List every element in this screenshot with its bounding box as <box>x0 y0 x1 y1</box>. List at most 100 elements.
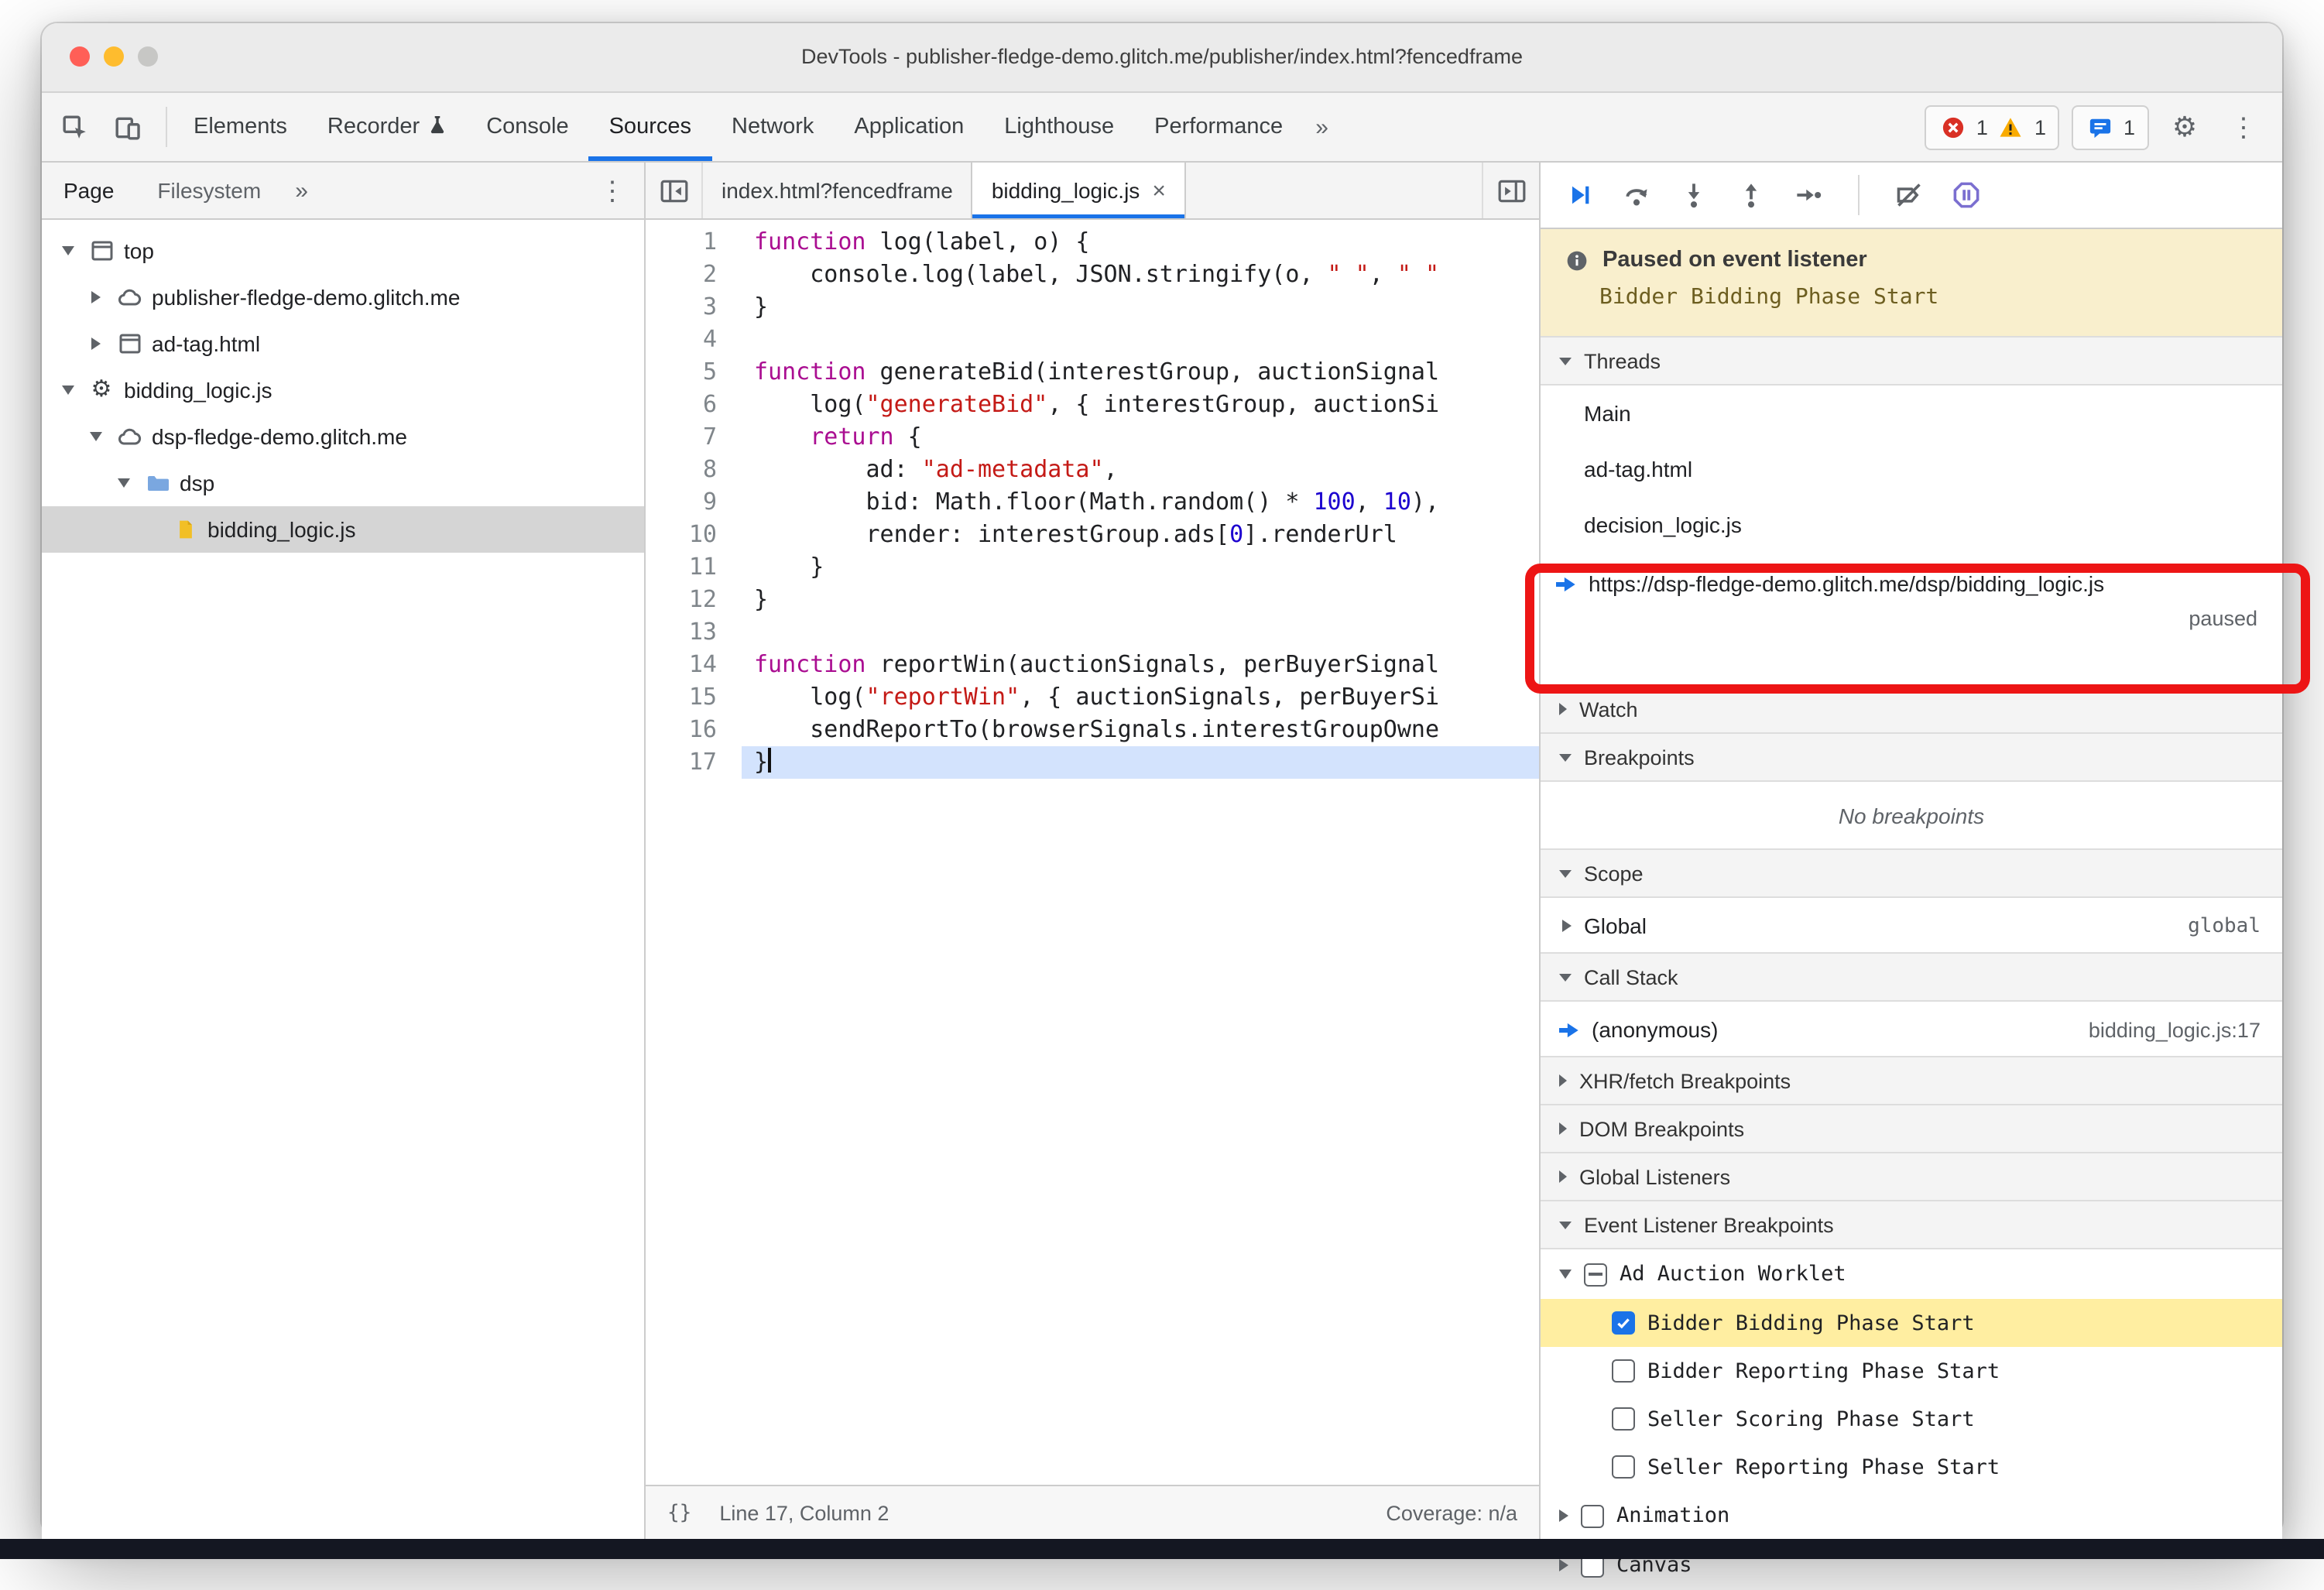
elb-category-animation[interactable]: Animation <box>1541 1491 2282 1540</box>
tree-item-dsp-fledge-demo-glitch-me[interactable]: dsp-fledge-demo.glitch.me <box>42 413 644 460</box>
code-line[interactable]: 17} <box>646 746 1539 779</box>
thread-item-decision-logic-js[interactable]: decision_logic.js <box>1541 497 2282 553</box>
call-stack-frame[interactable]: (anonymous) bidding_logic.js:17 <box>1541 1002 2282 1057</box>
issues-button[interactable]: 1 <box>2072 105 2149 149</box>
tree-item-publisher-fledge-demo-glitch-me[interactable]: publisher-fledge-demo.glitch.me <box>42 274 644 320</box>
frame-location[interactable]: bidding_logic.js:17 <box>2089 1018 2282 1041</box>
line-number[interactable]: 6 <box>646 389 742 421</box>
line-number[interactable]: 2 <box>646 259 742 291</box>
line-number[interactable]: 16 <box>646 714 742 746</box>
elb-item-seller-scoring-phase-start[interactable]: Seller Scoring Phase Start <box>1541 1395 2282 1443</box>
watch-section-header[interactable]: Watch <box>1541 684 2282 734</box>
code-text[interactable]: } <box>742 291 1539 324</box>
code-line[interactable]: 5 function generateBid(interestGroup, auc… <box>646 356 1539 389</box>
tree-item-bidding-logic-js[interactable]: bidding_logic.js <box>42 506 644 553</box>
code-line[interactable]: 7 return { <box>646 421 1539 454</box>
panel-tab-application[interactable]: Application <box>834 93 984 161</box>
line-number[interactable]: 10 <box>646 519 742 551</box>
toggle-navigator-button[interactable] <box>646 163 703 218</box>
line-number[interactable]: 7 <box>646 421 742 454</box>
line-number[interactable]: 11 <box>646 551 742 584</box>
editor-pane-button[interactable] <box>1482 163 1539 218</box>
more-options-button[interactable]: ⋮ <box>2220 104 2267 150</box>
elb-item-bidder-reporting-phase-start[interactable]: Bidder Reporting Phase Start <box>1541 1347 2282 1395</box>
panel-tab-network[interactable]: Network <box>711 93 834 161</box>
code-text[interactable]: } <box>742 551 1539 584</box>
code-text[interactable]: return { <box>742 421 1539 454</box>
code-text[interactable]: function log(label, o) { <box>742 226 1539 259</box>
deactivate-breakpoints-button[interactable] <box>1895 181 1923 209</box>
line-number[interactable]: 17 <box>646 746 742 779</box>
code-line[interactable]: 9 bid: Math.floor(Math.random() * 100, 1… <box>646 486 1539 519</box>
panel-tab-elements[interactable]: Elements <box>173 93 307 161</box>
line-number[interactable]: 1 <box>646 226 742 259</box>
line-number[interactable]: 13 <box>646 616 742 649</box>
code-text[interactable]: } <box>742 584 1539 616</box>
line-number[interactable]: 4 <box>646 324 742 356</box>
thread-item-paused[interactable]: https://dsp-fledge-demo.glitch.me/dsp/bi… <box>1525 564 2310 694</box>
section-xhr-fetch-breakpoints[interactable]: XHR/fetch Breakpoints <box>1541 1056 2282 1105</box>
code-text[interactable]: render: interestGroup.ads[0].renderUrl <box>742 519 1539 551</box>
code-line[interactable]: 4 <box>646 324 1539 356</box>
code-line[interactable]: 16 sendReportTo(browserSignals.interestG… <box>646 714 1539 746</box>
line-number[interactable]: 9 <box>646 486 742 519</box>
panel-tab-sources[interactable]: Sources <box>589 93 711 161</box>
line-number[interactable]: 5 <box>646 356 742 389</box>
code-text[interactable] <box>742 616 1539 649</box>
code-text[interactable]: function generateBid(interestGroup, auct… <box>742 356 1539 389</box>
navigator-tab-page[interactable]: Page <box>42 163 135 218</box>
thread-item-main[interactable]: Main <box>1541 386 2282 441</box>
inspect-element-button[interactable] <box>51 104 98 150</box>
pretty-print-button[interactable]: {} <box>667 1501 691 1524</box>
code-line[interactable]: 1 function log(label, o) { <box>646 226 1539 259</box>
tree-item-ad-tag-html[interactable]: ad-tag.html <box>42 320 644 367</box>
elb-category-ad-auction-worklet[interactable]: Ad Auction Worklet <box>1541 1249 2282 1299</box>
scope-global-row[interactable]: Global global <box>1541 898 2282 954</box>
section-global-listeners[interactable]: Global Listeners <box>1541 1152 2282 1201</box>
code-line[interactable]: 6 log("generateBid", { interestGroup, au… <box>646 389 1539 421</box>
device-toolbar-button[interactable] <box>104 104 150 150</box>
resume-button[interactable] <box>1565 181 1593 209</box>
line-number[interactable]: 14 <box>646 649 742 681</box>
settings-button[interactable]: ⚙ <box>2161 104 2208 150</box>
code-text[interactable]: } <box>742 746 1539 779</box>
line-number[interactable]: 12 <box>646 584 742 616</box>
section-dom-breakpoints[interactable]: DOM Breakpoints <box>1541 1104 2282 1153</box>
panel-tab-performance[interactable]: Performance <box>1134 93 1303 161</box>
navigator-tab-filesystem[interactable]: Filesystem <box>135 163 283 218</box>
code-line[interactable]: 15 log("reportWin", { auctionSignals, pe… <box>646 681 1539 714</box>
checkbox[interactable] <box>1612 1455 1635 1479</box>
code-editor[interactable]: 1 function log(label, o) {2 console.log(l… <box>646 220 1539 1485</box>
editor-tab-bidding-logic-js[interactable]: bidding_logic.js × <box>972 163 1186 218</box>
panel-tab-console[interactable]: Console <box>466 93 588 161</box>
code-line[interactable]: 3} <box>646 291 1539 324</box>
code-text[interactable]: sendReportTo(browserSignals.interestGrou… <box>742 714 1539 746</box>
tree-item-bidding-logic-js[interactable]: ⚙ bidding_logic.js <box>42 367 644 413</box>
code-line[interactable]: 12} <box>646 584 1539 616</box>
editor-tab-index-html-fencedframe[interactable]: index.html?fencedframe <box>703 163 973 218</box>
line-number[interactable]: 3 <box>646 291 742 324</box>
code-text[interactable]: bid: Math.floor(Math.random() * 100, 10)… <box>742 486 1539 519</box>
close-tab-icon[interactable]: × <box>1152 177 1166 204</box>
call-stack-section-header[interactable]: Call Stack <box>1541 952 2282 1002</box>
panel-tab-recorder[interactable]: Recorder <box>307 93 466 161</box>
tree-item-top[interactable]: top <box>42 228 644 274</box>
code-line[interactable]: 10 render: interestGroup.ads[0].renderUr… <box>646 519 1539 551</box>
code-text[interactable]: ad: "ad-metadata", <box>742 454 1539 486</box>
event-listener-breakpoints-header[interactable]: Event Listener Breakpoints <box>1541 1200 2282 1249</box>
pause-on-exceptions-button[interactable] <box>1952 181 1980 209</box>
tree-item-dsp[interactable]: dsp <box>42 460 644 506</box>
code-line[interactable]: 8 ad: "ad-metadata", <box>646 454 1539 486</box>
code-text[interactable]: console.log(label, JSON.stringify(o, " "… <box>742 259 1539 291</box>
code-text[interactable]: log("reportWin", { auctionSignals, perBu… <box>742 681 1539 714</box>
code-line[interactable]: 13 <box>646 616 1539 649</box>
more-navigator-tabs-chevron[interactable]: » <box>283 177 320 204</box>
code-line[interactable]: 11 } <box>646 551 1539 584</box>
code-text[interactable]: log("generateBid", { interestGroup, auct… <box>742 389 1539 421</box>
elb-item-bidder-bidding-phase-start[interactable]: Bidder Bidding Phase Start <box>1541 1299 2282 1347</box>
elb-item-seller-reporting-phase-start[interactable]: Seller Reporting Phase Start <box>1541 1443 2282 1491</box>
checkbox[interactable] <box>1612 1359 1635 1383</box>
navigator-menu-button[interactable]: ⋮ <box>593 177 632 204</box>
checkbox[interactable] <box>1581 1504 1604 1527</box>
panel-tab-lighthouse[interactable]: Lighthouse <box>984 93 1134 161</box>
